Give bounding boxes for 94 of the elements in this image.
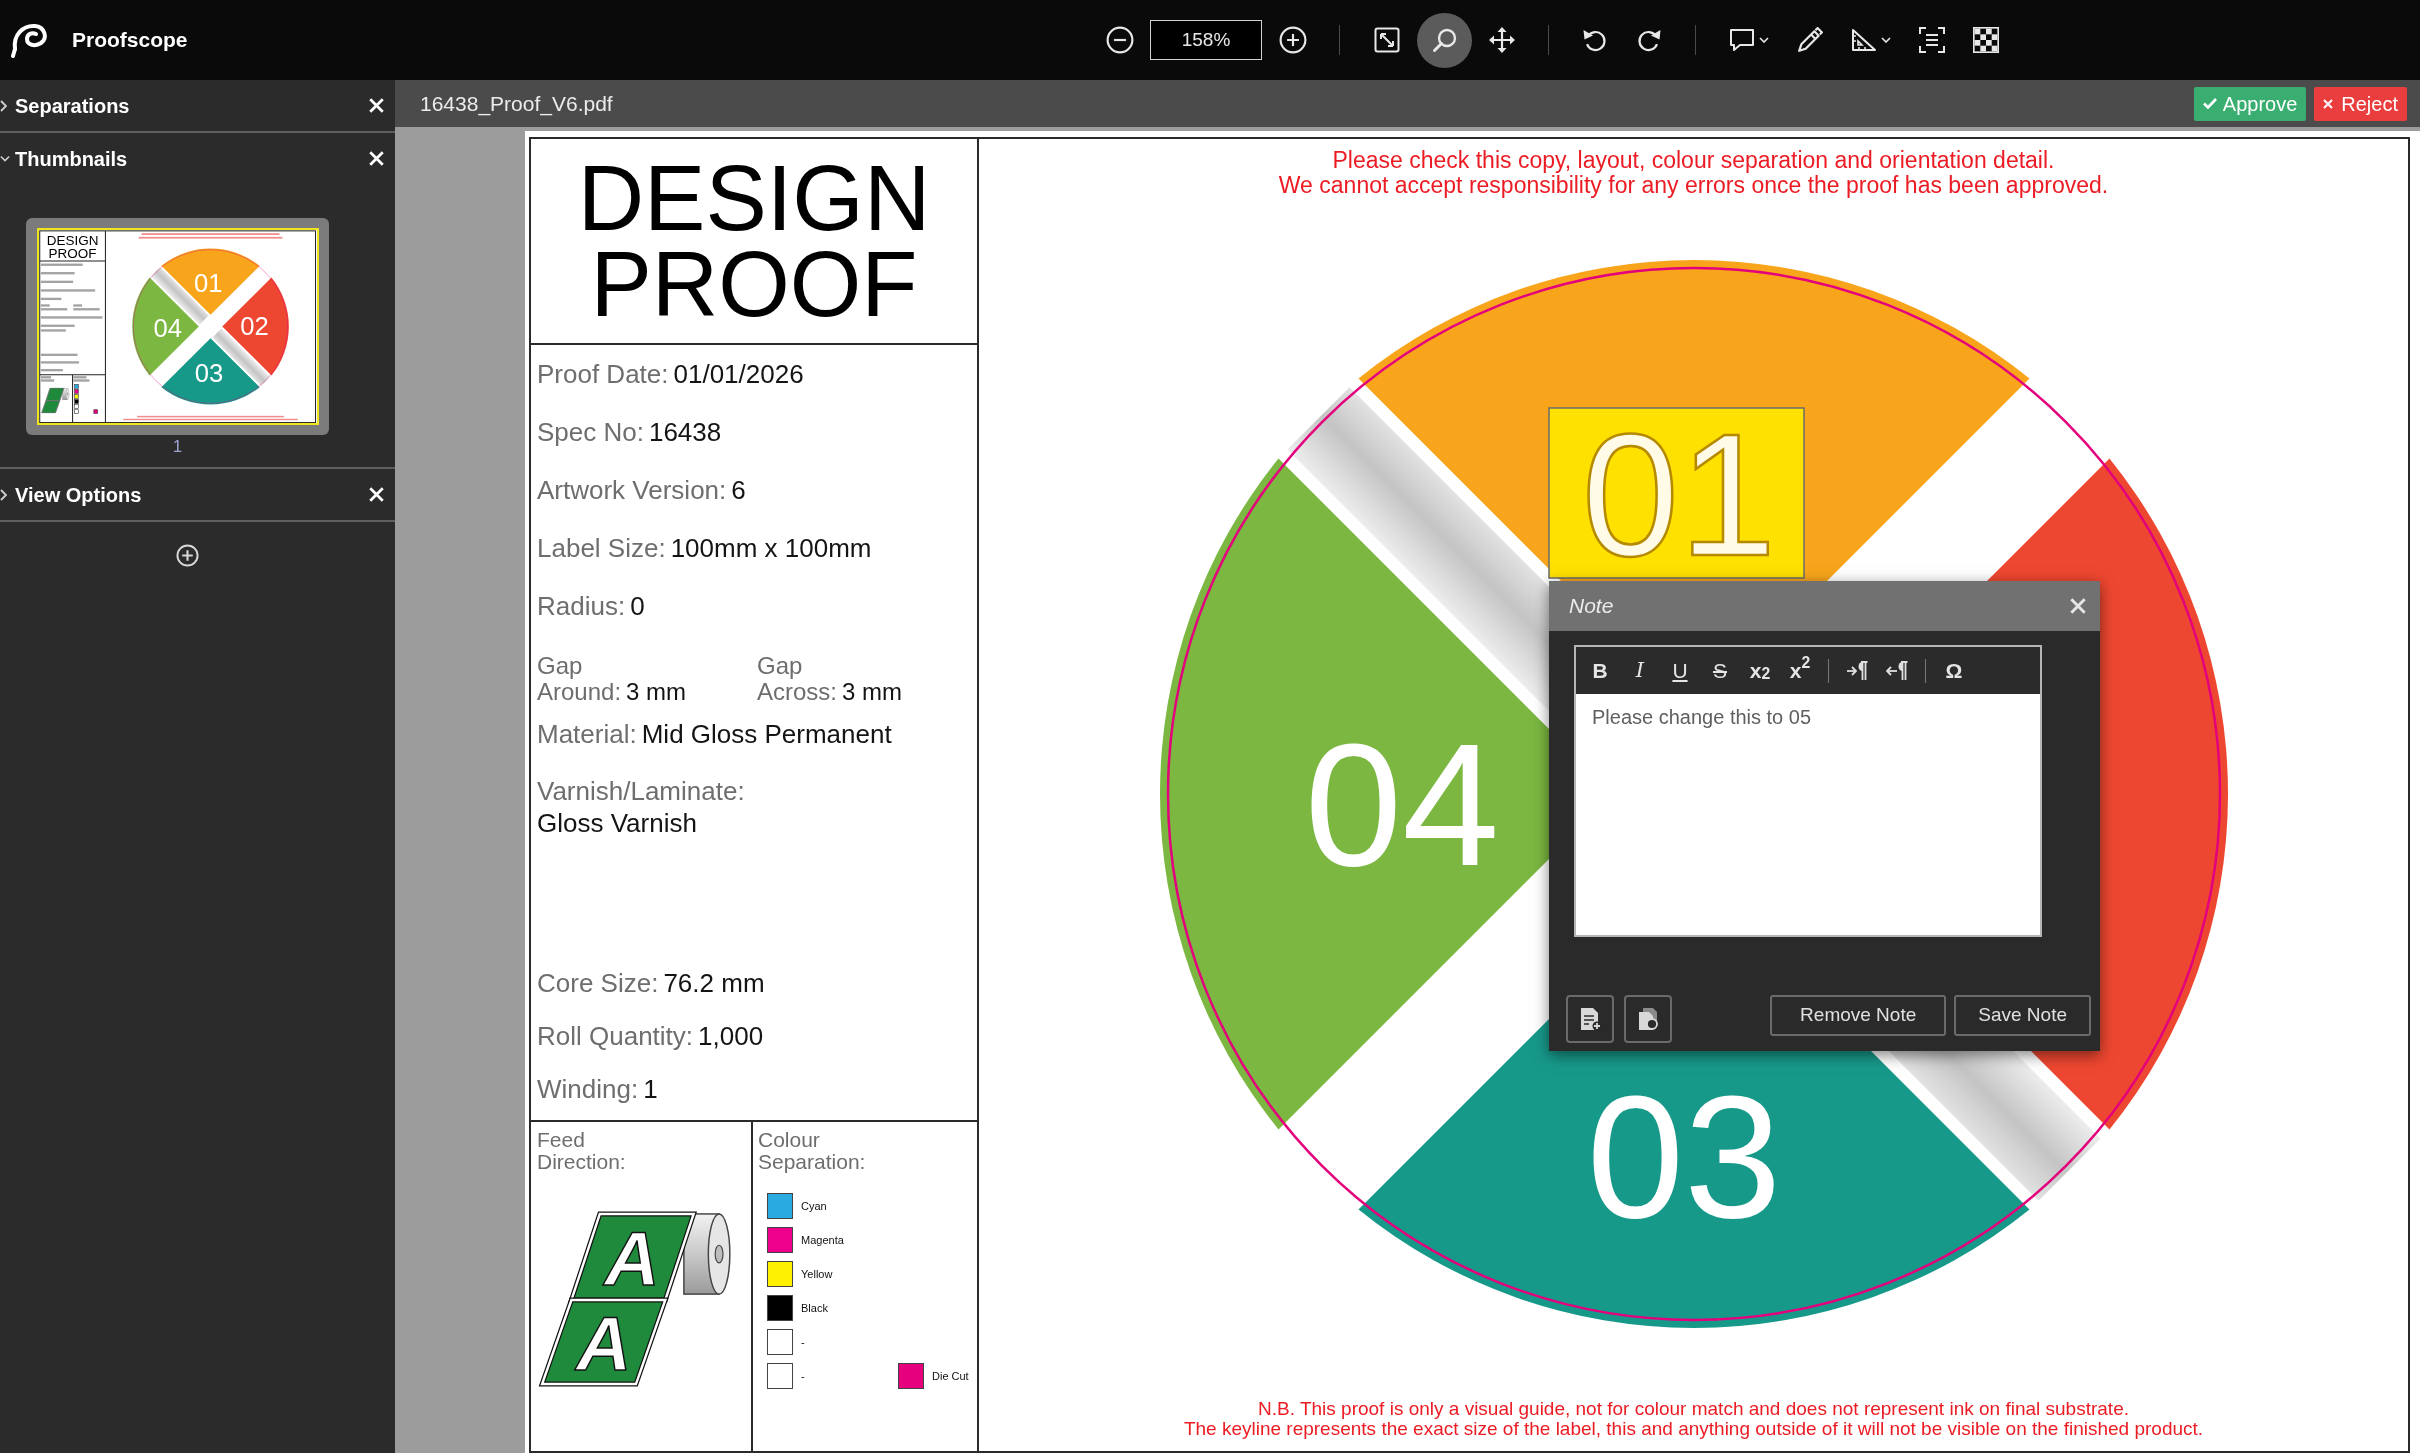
notice-text: Please check this copy, layout, colour separation and orientation detail. [1332, 148, 2055, 173]
check-icon [2202, 98, 2217, 109]
zoom-field[interactable]: 158% [1150, 20, 1262, 60]
document-plus-icon [1578, 1007, 1602, 1031]
ink-name: Magenta [801, 1232, 844, 1248]
subscript-button[interactable]: x$_{2}$ [1742, 652, 1778, 689]
ink-name: - [801, 1368, 805, 1384]
section-label: Feed Direction: [537, 1129, 626, 1173]
section-label: Colour Separation: [758, 1129, 866, 1173]
move-icon [1489, 27, 1515, 53]
segment-number: 03 [1586, 1058, 1781, 1254]
field-value: Gloss Varnish [537, 807, 697, 839]
remove-note-button[interactable]: Remove Note [1770, 995, 1947, 1036]
field-label: Artwork Version: [537, 473, 727, 507]
app-name: Proofscope [72, 27, 188, 54]
notice-text: We cannot accept responsibility for any errors once the proof has been approved. [1278, 173, 2109, 198]
zoom-tool-button[interactable] [1417, 12, 1472, 68]
segment-number: 04 [153, 314, 182, 342]
note-text-field[interactable]: Please change this to 05 [1576, 694, 2040, 935]
segment-number: 02 [240, 312, 269, 341]
plus-circle-icon[interactable] [176, 544, 199, 567]
strikethrough-button[interactable]: S [1702, 652, 1738, 689]
dialog-title: Note [1569, 593, 1614, 620]
field-value: 1 [643, 1073, 658, 1106]
field-label: Radius: [537, 589, 626, 623]
field-label: Gap Around: [537, 653, 622, 705]
attach-button[interactable] [1624, 995, 1672, 1043]
panel-title[interactable]: Thumbnails [15, 143, 128, 174]
close-icon [2323, 98, 2334, 109]
field-label: Proof Date: [537, 357, 669, 391]
bold-button[interactable]: B [1582, 652, 1618, 689]
feed-direction-drawing [41, 388, 70, 413]
field-label: Gap Across: [757, 653, 837, 705]
page-number: 1 [171, 437, 184, 457]
checkerboard-icon [1973, 27, 1999, 53]
field-value: 76.2 mm [663, 967, 765, 1000]
segment-number: 03 [194, 359, 224, 388]
panel-title[interactable]: Separations [15, 90, 130, 121]
italic-button[interactable]: I [1622, 652, 1658, 689]
field-value: 100mm x 100mm [670, 531, 872, 565]
pencil-icon [1797, 27, 1823, 53]
footer-note: The keyline represents the exact size of the label, this and anything outside of it will not be visible on the finished product. [1183, 1419, 2204, 1439]
field-value: 3 mm [626, 679, 687, 705]
save-note-button[interactable]: Save Note [1954, 995, 2091, 1036]
field-value: 1,000 [698, 1020, 764, 1053]
chevron-down-icon[interactable] [0, 155, 10, 162]
swatches-drawing [74, 384, 98, 414]
field-label: Winding: [537, 1073, 639, 1106]
reject-button[interactable]: Reject [2314, 86, 2407, 121]
zoom-in-icon[interactable] [1279, 26, 1307, 54]
logo-icon [10, 22, 50, 58]
segment-number: 04 [1304, 706, 1499, 902]
thumbnail-title: DESIGN PROOF [46, 233, 99, 261]
zoom-out-icon[interactable] [1106, 26, 1134, 54]
segment-number: 01 [1581, 396, 1776, 592]
segment-number: 01 [194, 268, 223, 297]
pages-icon [1637, 1007, 1659, 1031]
field-label: Roll Quantity: [537, 1020, 694, 1053]
underline-button[interactable]: U [1662, 652, 1698, 689]
proof-title: DESIGN PROOF [577, 155, 931, 327]
ruler-icon [1851, 27, 1877, 53]
field-value: 6 [731, 473, 746, 507]
ink-name: Die Cut [932, 1368, 969, 1384]
paragraph-arrow-icon[interactable] [1846, 660, 1868, 681]
footer-note: N.B. This proof is only a visual guide, not for colour match and does not represent ink on final substrate. [1258, 1399, 2129, 1419]
speech-bubble-icon [1729, 27, 1755, 53]
field-label: Material: [537, 717, 637, 751]
frame-icon [1919, 27, 1945, 53]
label-letter: A [576, 1301, 632, 1387]
ink-name: Black [801, 1300, 828, 1316]
panel-title[interactable]: View Options [15, 479, 142, 510]
ink-name: Yellow [801, 1266, 833, 1282]
ink-name: Cyan [801, 1198, 827, 1214]
search-icon [1431, 27, 1458, 53]
superscript-button[interactable]: x$^{2}$ [1782, 652, 1818, 689]
field-value: 0 [630, 589, 645, 623]
paragraph-arrow-icon[interactable] [1886, 660, 1908, 681]
file-name: 16438_Proof_V6.pdf [420, 90, 613, 118]
field-value: Mid Gloss Permanent [641, 717, 892, 751]
special-character-button[interactable]: Ω [1936, 652, 1972, 689]
ink-name: - [801, 1334, 805, 1350]
chevron-right-icon[interactable] [0, 488, 7, 501]
field-label: Spec No: [537, 415, 644, 449]
fit-page-icon [1374, 27, 1400, 53]
field-label: Varnish/Laminate: [537, 775, 745, 807]
field-value: 3 mm [842, 679, 902, 705]
field-label: Core Size: [537, 967, 659, 1000]
field-value: 01/01/2026 [673, 357, 804, 391]
field-value: 16438 [648, 415, 722, 449]
label-letter: A [604, 1216, 660, 1302]
field-label: Label Size: [537, 531, 666, 565]
page-thumbnail[interactable]: DESIGN PROOF 01 02 03 04 [26, 218, 329, 435]
notes-list-button[interactable] [1566, 995, 1614, 1043]
chevron-right-icon[interactable] [0, 99, 7, 112]
